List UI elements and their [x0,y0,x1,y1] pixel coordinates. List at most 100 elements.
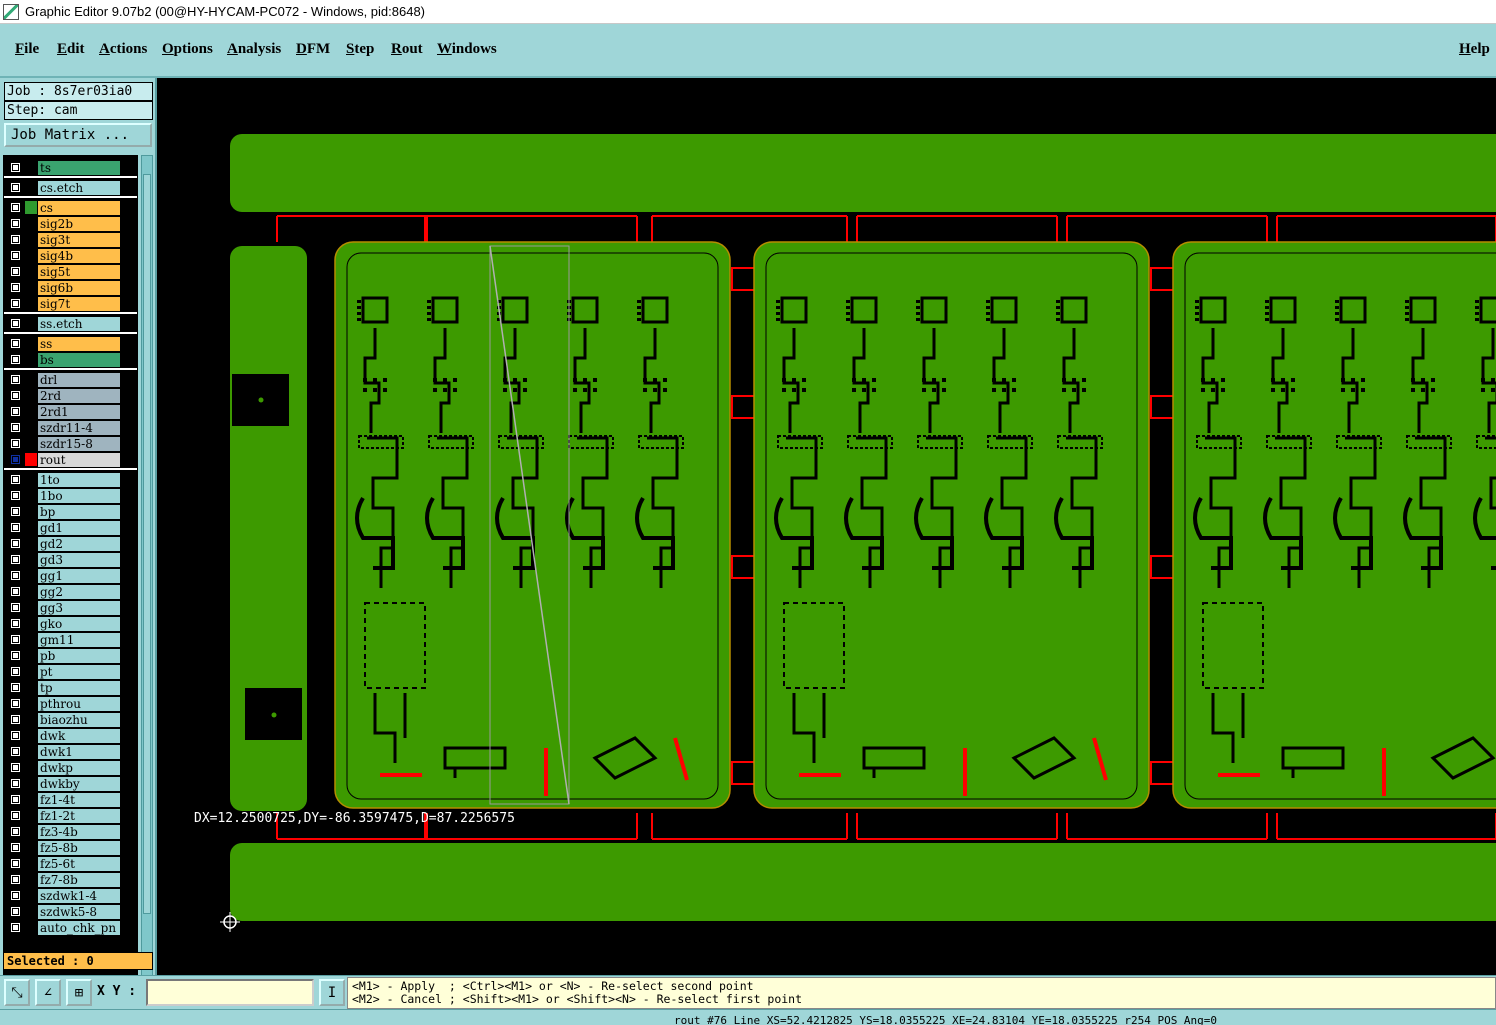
layer-checkbox[interactable] [10,422,21,433]
layer-name[interactable]: ts [38,160,120,175]
layer-checkbox[interactable] [10,746,21,757]
layer-color-swatch[interactable] [25,373,37,386]
menu-dfm[interactable]: DFM [296,41,330,58]
layer-color-swatch[interactable] [25,421,37,434]
layer-checkbox[interactable] [10,602,21,613]
layer-checkbox[interactable] [10,634,21,645]
layer-row[interactable]: ts [4,160,137,175]
layer-color-swatch[interactable] [25,633,37,646]
layer-color-swatch[interactable] [25,793,37,806]
layer-checkbox[interactable] [10,354,21,365]
layer-name[interactable]: fz3-4b [38,824,120,839]
layer-name[interactable]: gg2 [38,584,120,599]
layer-name[interactable]: bp [38,504,120,519]
layer-name[interactable]: szdwk1-4 [38,888,120,903]
layer-color-swatch[interactable] [25,585,37,598]
layer-row[interactable]: sig2b [4,216,137,231]
layer-checkbox[interactable] [10,298,21,309]
layer-name[interactable]: ss.etch [38,316,120,331]
layer-color-swatch[interactable] [25,337,37,350]
layer-name[interactable]: sig4b [38,248,120,263]
layer-name[interactable]: fz5-6t [38,856,120,871]
layer-color-swatch[interactable] [25,297,37,310]
xy-input[interactable] [146,979,314,1006]
layer-color-swatch[interactable] [25,489,37,502]
layer-row[interactable]: fz3-4b [4,824,137,839]
layer-row[interactable]: bp [4,504,137,519]
layer-name[interactable]: sig2b [38,216,120,231]
layer-row[interactable]: gg1 [4,568,137,583]
layer-color-swatch[interactable] [25,617,37,630]
layer-color-swatch[interactable] [25,761,37,774]
layer-row[interactable]: 2rd1 [4,404,137,419]
layer-row[interactable]: fz1-4t [4,792,137,807]
layer-name[interactable]: fz5-8b [38,840,120,855]
layer-checkbox[interactable] [10,874,21,885]
layer-row[interactable]: szdwk5-8 [4,904,137,919]
layer-row[interactable]: szdr15-8 [4,436,137,451]
layer-color-swatch[interactable] [25,405,37,418]
layer-row[interactable]: ss.etch [4,316,137,331]
layer-name[interactable]: fz7-8b [38,872,120,887]
layer-color-swatch[interactable] [25,649,37,662]
scrollbar-thumb[interactable] [143,174,151,914]
layer-color-swatch[interactable] [25,873,37,886]
layer-row[interactable]: fz1-2t [4,808,137,823]
layer-color-swatch[interactable] [25,665,37,678]
layer-checkbox[interactable] [10,650,21,661]
layer-color-swatch[interactable] [25,537,37,550]
layer-name[interactable]: gm11 [38,632,120,647]
layer-row[interactable]: pb [4,648,137,663]
layer-name[interactable]: gg3 [38,600,120,615]
layer-checkbox[interactable] [10,490,21,501]
layer-checkbox[interactable] [10,810,21,821]
layer-checkbox[interactable] [10,338,21,349]
layer-checkbox[interactable] [10,762,21,773]
layer-row[interactable]: szdwk1-4 [4,888,137,903]
layer-name[interactable]: fz1-2t [38,808,120,823]
layer-row[interactable]: dwkby [4,776,137,791]
layer-name[interactable]: gko [38,616,120,631]
layer-checkbox[interactable] [10,586,21,597]
layer-checkbox[interactable] [10,266,21,277]
layer-color-swatch[interactable] [25,905,37,918]
layer-name[interactable]: sig6b [38,280,120,295]
layer-color-swatch[interactable] [25,453,37,466]
layer-row[interactable]: sig7t [4,296,137,311]
layer-name[interactable]: fz1-4t [38,792,120,807]
layer-name[interactable]: gd2 [38,536,120,551]
layer-checkbox[interactable] [10,730,21,741]
menu-actions[interactable]: Actions [99,41,147,58]
layer-name[interactable]: tp [38,680,120,695]
layer-name[interactable]: rout [38,452,120,467]
menu-help[interactable]: Help [1459,41,1490,58]
layer-color-swatch[interactable] [25,353,37,366]
layer-checkbox[interactable] [10,182,21,193]
layer-checkbox[interactable] [10,778,21,789]
layer-name[interactable]: szdr15-8 [38,436,120,451]
layer-checkbox[interactable] [10,390,21,401]
layer-row[interactable]: drl [4,372,137,387]
layer-checkbox[interactable] [10,250,21,261]
layer-color-swatch[interactable] [25,389,37,402]
snap-grid-icon[interactable]: ⊞ [66,979,92,1006]
layer-row[interactable]: gg3 [4,600,137,615]
layer-name[interactable]: gd3 [38,552,120,567]
layer-row[interactable]: pt [4,664,137,679]
layer-name[interactable]: gd1 [38,520,120,535]
layer-color-swatch[interactable] [25,889,37,902]
layer-color-swatch[interactable] [25,181,37,194]
layer-row[interactable]: cs.etch [4,180,137,195]
layer-checkbox[interactable] [10,218,21,229]
layer-row[interactable]: ss [4,336,137,351]
layer-row[interactable]: gko [4,616,137,631]
layer-row[interactable]: gg2 [4,584,137,599]
layer-color-swatch[interactable] [25,201,37,214]
layer-checkbox[interactable] [10,570,21,581]
layer-name[interactable]: szdr11-4 [38,420,120,435]
layer-checkbox[interactable] [10,438,21,449]
layer-color-swatch[interactable] [25,713,37,726]
layer-checkbox[interactable] [10,666,21,677]
layer-name[interactable]: 2rd1 [38,404,120,419]
layer-row[interactable]: pthrou [4,696,137,711]
